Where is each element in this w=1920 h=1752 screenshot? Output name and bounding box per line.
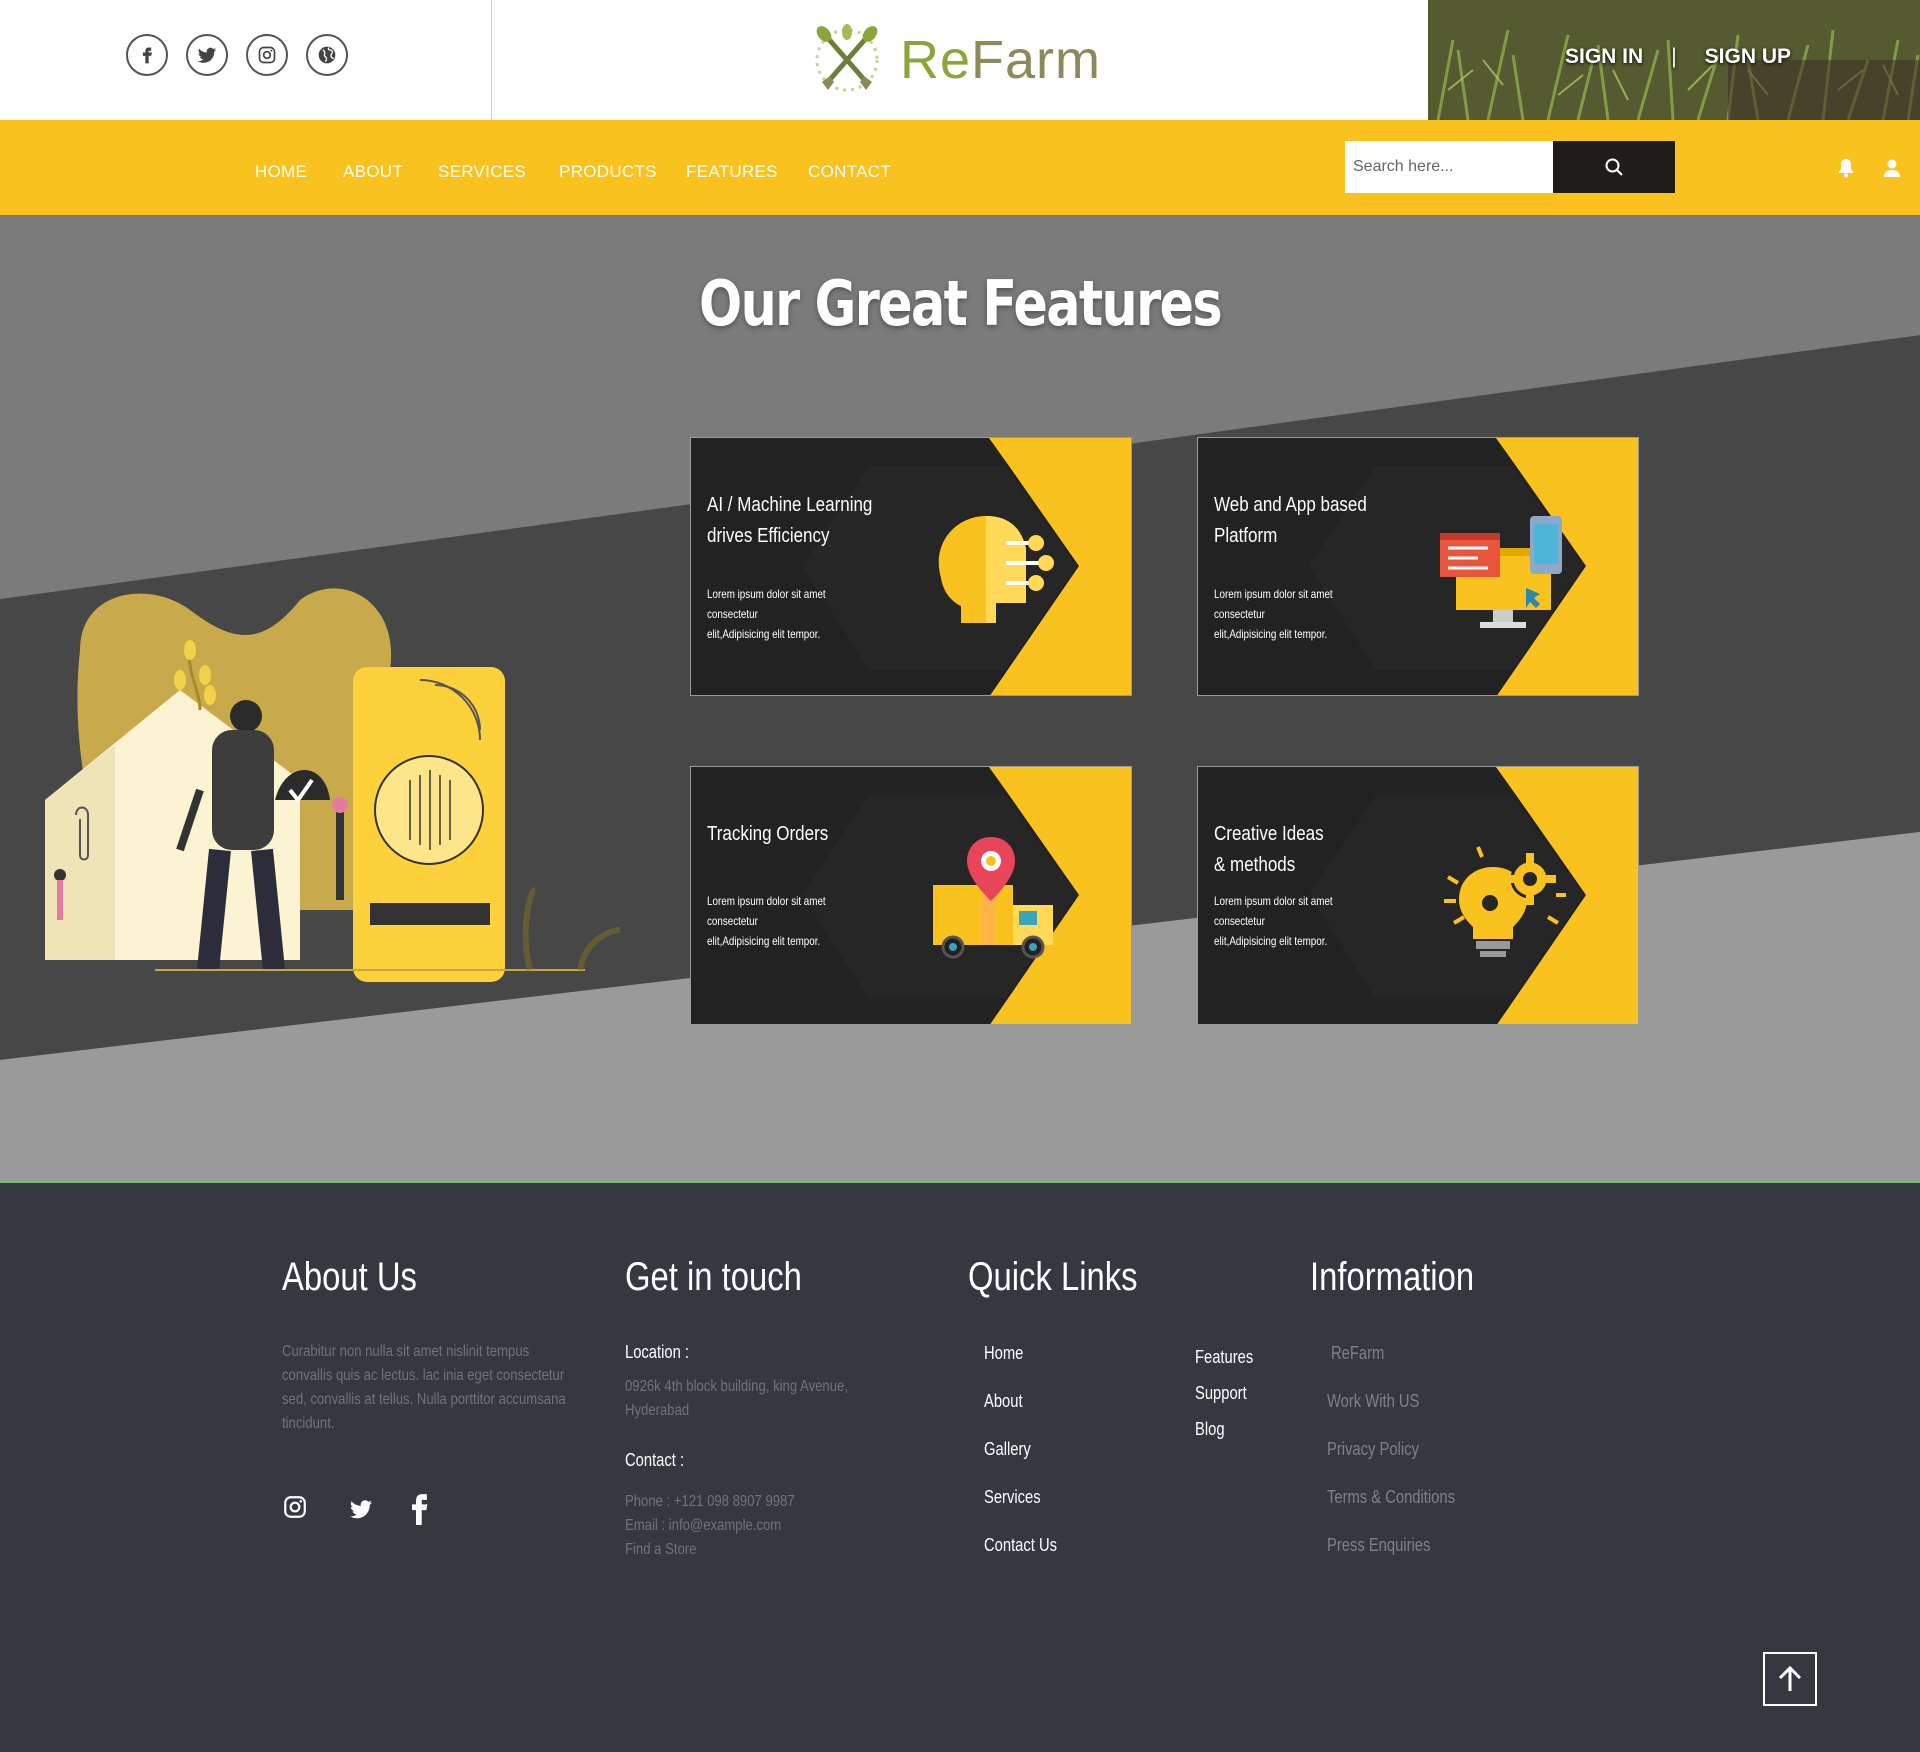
twitter-icon[interactable]: [347, 1497, 375, 1521]
feature-card-web-app[interactable]: Web and App based Platform Lorem ipsum do…: [1197, 437, 1639, 696]
nav-home[interactable]: HOME: [255, 162, 307, 182]
info-refarm[interactable]: ReFarm: [1331, 1343, 1384, 1364]
footer-quicklinks-heading: Quick Links: [968, 1255, 1138, 1299]
logo-text-re: Re: [900, 30, 972, 90]
globe-icon[interactable]: [306, 34, 348, 76]
card-body: Lorem ipsum dolor sit amet consectetur eli…: [1214, 891, 1378, 951]
card-title-line1: AI / Machine Learning: [707, 494, 873, 516]
card-body-line1: Lorem ipsum dolor sit amet: [1214, 587, 1333, 601]
location-label: Location :: [625, 1342, 690, 1362]
card-body-line2: consectetur: [707, 607, 758, 621]
info-work-with-us[interactable]: Work With US: [1327, 1391, 1419, 1412]
search-input[interactable]: [1345, 141, 1553, 193]
nav-about[interactable]: ABOUT: [343, 162, 403, 182]
search-button[interactable]: [1553, 141, 1675, 193]
card-body-line3: elit,Adipisicing elit tempor.: [707, 627, 821, 641]
footer-information-heading: Information: [1310, 1255, 1475, 1299]
card-body: Lorem ipsum dolor sit amet consectetur eli…: [707, 584, 871, 644]
card-body-line2: consectetur: [707, 914, 758, 928]
card-body-line2: consectetur: [1214, 607, 1265, 621]
auth-links: SIGN IN | SIGN UP: [1565, 45, 1791, 69]
card-body-line3: elit,Adipisicing elit tempor.: [707, 934, 821, 948]
ai-head-icon: [938, 516, 1054, 623]
card-title: Web and App based Platform: [1214, 490, 1384, 552]
search-bar: [1345, 141, 1675, 193]
logo-leaf-tools-icon: [815, 24, 879, 92]
refarm-logo[interactable]: ReFarm: [806, 22, 1101, 98]
instagram-icon[interactable]: [246, 34, 288, 76]
card-body-line1: Lorem ipsum dolor sit amet: [707, 894, 826, 908]
contact-label: Contact :: [625, 1450, 685, 1470]
quicklink-contact[interactable]: Contact Us: [984, 1535, 1057, 1556]
quicklink-about[interactable]: About: [984, 1391, 1023, 1412]
sign-in-link[interactable]: SIGN IN: [1565, 45, 1643, 69]
bell-icon[interactable]: [1837, 158, 1855, 178]
quicklink-gallery[interactable]: Gallery: [984, 1439, 1031, 1460]
location-line1: 0926k 4th block building, king Avenue,: [625, 1378, 848, 1395]
facebook-icon[interactable]: [410, 1493, 430, 1525]
card-body: Lorem ipsum dolor sit amet consectetur eli…: [707, 891, 871, 951]
card-title-line2: drives Efficiency: [707, 525, 830, 547]
card-body: Lorem ipsum dolor sit amet consectetur eli…: [1214, 584, 1378, 644]
card-title-line1: Tracking Orders: [707, 823, 829, 845]
idea-gear-icon: [1444, 846, 1566, 957]
sign-up-link[interactable]: SIGN UP: [1705, 45, 1791, 69]
card-title-line1: Creative Ideas: [1214, 823, 1324, 845]
card-body-line3: elit,Adipisicing elit tempor.: [1214, 934, 1328, 948]
feature-card-ai[interactable]: AI / Machine Learning drives Efficiency L…: [690, 437, 1132, 696]
footer-about-text: Curabitur non nulla sit amet nislinit te…: [282, 1343, 566, 1432]
card-title: Tracking Orders: [707, 819, 877, 850]
quicklink-support[interactable]: Support: [1195, 1383, 1247, 1404]
card-body-line3: elit,Adipisicing elit tempor.: [1214, 627, 1328, 641]
person-mobile-illustration: [45, 588, 620, 982]
nav-features[interactable]: FEATURES: [686, 162, 778, 182]
nav-services[interactable]: SERVICES: [438, 162, 526, 182]
find-store-link[interactable]: Find a Store: [625, 1538, 795, 1562]
delivery-truck-icon: [933, 837, 1053, 959]
card-title-line2: Platform: [1214, 525, 1278, 547]
location-line2: Hyderabad: [625, 1402, 690, 1419]
contact-email[interactable]: Email : info@example.com: [625, 1514, 795, 1538]
logo-text-farm: Farm: [971, 30, 1102, 90]
feature-card-tracking[interactable]: Tracking Orders Lorem ipsum dolor sit am…: [690, 766, 1132, 1025]
search-icon: [1605, 158, 1623, 176]
web-app-icon: [1440, 516, 1562, 628]
facebook-icon[interactable]: [126, 34, 168, 76]
nav-products[interactable]: PRODUCTS: [559, 162, 657, 182]
arrow-up-icon: [1778, 1665, 1802, 1691]
contact-details: Phone : +121 098 8907 9987 Email : info@…: [625, 1490, 795, 1562]
nav-contact[interactable]: CONTACT: [808, 162, 891, 182]
card-title-line2: & methods: [1214, 854, 1296, 876]
auth-separator: |: [1671, 45, 1677, 68]
info-press[interactable]: Press Enquiries: [1327, 1535, 1430, 1556]
footer-about-heading: About Us: [282, 1255, 417, 1299]
back-to-top-button[interactable]: [1763, 1652, 1817, 1706]
card-title: AI / Machine Learning drives Efficiency: [707, 490, 877, 552]
contact-phone[interactable]: Phone : +121 098 8907 9987: [625, 1490, 795, 1514]
header-divider: [491, 0, 492, 120]
feature-card-creative[interactable]: Creative Ideas & methods Lorem ipsum dolo…: [1197, 766, 1639, 1025]
quicklink-home[interactable]: Home: [984, 1343, 1023, 1364]
card-body-line1: Lorem ipsum dolor sit amet: [707, 587, 826, 601]
twitter-icon[interactable]: [186, 34, 228, 76]
features-section: Our Great Features AI / Machine Learning…: [0, 215, 1920, 1183]
instagram-icon[interactable]: [282, 1494, 308, 1520]
location-address: 0926k 4th block building, king Avenue, H…: [625, 1375, 848, 1423]
card-title: Creative Ideas & methods: [1214, 819, 1384, 881]
user-icon[interactable]: [1883, 158, 1901, 178]
top-header: ReFarm SIGN IN | SIGN UP: [0, 0, 1920, 120]
info-privacy-policy[interactable]: Privacy Policy: [1327, 1439, 1419, 1460]
card-body-line1: Lorem ipsum dolor sit amet: [1214, 894, 1333, 908]
card-title-line1: Web and App based: [1214, 494, 1367, 516]
features-title: Our Great Features: [698, 267, 1223, 340]
card-body-line2: consectetur: [1214, 914, 1265, 928]
info-terms[interactable]: Terms & Conditions: [1327, 1487, 1455, 1508]
quicklink-blog[interactable]: Blog: [1195, 1419, 1225, 1440]
quicklink-features[interactable]: Features: [1195, 1347, 1253, 1368]
footer-contact-heading: Get in touch: [625, 1255, 802, 1299]
quicklink-services[interactable]: Services: [984, 1487, 1041, 1508]
logo-wordmark: ReFarm: [900, 29, 1101, 91]
site-footer: About Us Curabitur non nulla sit amet ni…: [0, 1183, 1920, 1752]
